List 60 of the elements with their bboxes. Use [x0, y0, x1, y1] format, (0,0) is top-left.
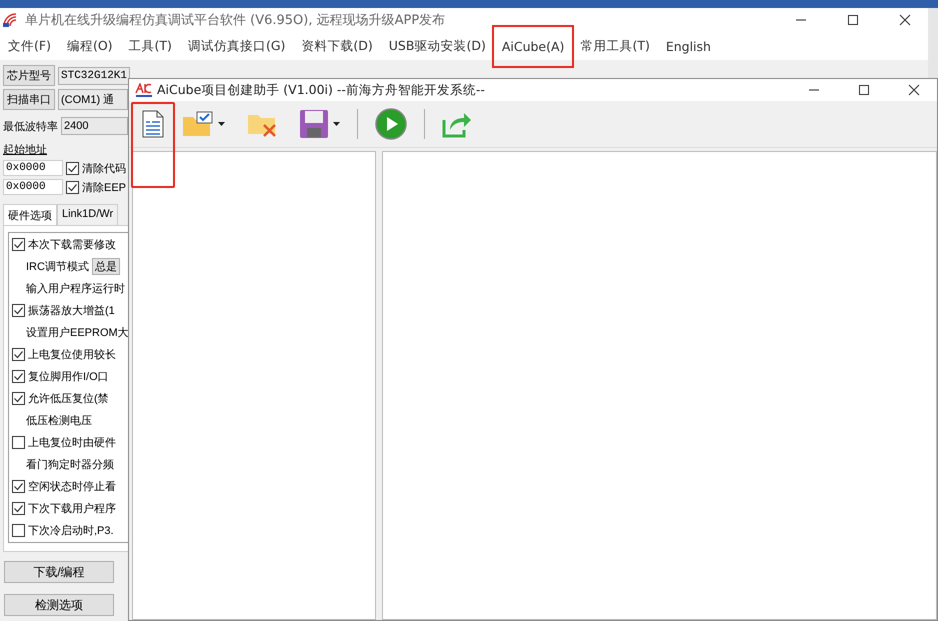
option-label: 允许低压复位(禁: [28, 392, 109, 406]
checkbox-label: 清除EEP: [82, 180, 126, 194]
scan-port-button[interactable]: 扫描串口: [3, 89, 55, 110]
option-label: 设置用户EEPROM大: [26, 326, 129, 340]
menu-item[interactable]: 工具(T): [120, 38, 180, 54]
checkbox[interactable]: [66, 180, 79, 194]
option-label: 输入用户程序运行时: [26, 282, 125, 296]
chip-model-field[interactable]: STC32G12K1: [58, 66, 130, 84]
document-icon[interactable]: [141, 110, 165, 138]
caret-icon[interactable]: [218, 122, 225, 126]
checkbox[interactable]: [12, 238, 25, 251]
checkbox[interactable]: [12, 392, 25, 405]
menu-item[interactable]: AiCube(A): [494, 26, 572, 66]
toolbar-button[interactable]: [131, 102, 175, 188]
menu-item[interactable]: 编程(O): [58, 38, 121, 54]
menu-item[interactable]: 调试仿真接口(G): [180, 38, 294, 54]
start-address-label: 起始地址: [3, 143, 48, 157]
option-label: 复位脚用作I/O口: [28, 370, 109, 384]
aicube-logo-icon: [135, 83, 153, 97]
option-label: 下次冷启动时,P3.: [28, 524, 114, 538]
option-label: IRC调节模式: [26, 260, 89, 274]
option-label: 振荡器放大增益(1: [28, 304, 115, 318]
chip-model-button[interactable]: 芯片型号: [3, 65, 55, 86]
option-label: 看门狗定时器分频: [26, 458, 114, 472]
tab[interactable]: 硬件选项: [3, 204, 57, 226]
caret-icon[interactable]: [333, 122, 340, 126]
option-label: 空闲状态时停止看: [28, 480, 116, 494]
checkbox[interactable]: [12, 304, 25, 317]
folder-check-icon[interactable]: [182, 111, 214, 137]
menu-item[interactable]: 常用工具(T): [572, 38, 658, 54]
menu-item[interactable]: English: [658, 38, 719, 54]
mode-dropdown[interactable]: 总是: [92, 258, 120, 275]
tab[interactable]: Link1D/Wr: [57, 204, 118, 226]
baud-field[interactable]: 2400: [61, 117, 128, 135]
action-button[interactable]: 下载/编程: [4, 561, 114, 583]
checkbox[interactable]: [12, 436, 25, 449]
menu-item[interactable]: 资料下载(D): [293, 38, 381, 54]
menu-item[interactable]: 文件(F): [0, 38, 59, 54]
port-field[interactable]: (COM1) 通: [58, 89, 128, 110]
option-label: 上电复位时由硬件: [28, 436, 116, 450]
option-label: 上电复位使用较长: [28, 348, 116, 362]
checkbox[interactable]: [12, 524, 25, 537]
checkbox[interactable]: [12, 348, 25, 361]
option-label: 本次下载需要修改: [28, 238, 116, 252]
app-logo-icon: [3, 13, 19, 27]
checkbox[interactable]: [12, 370, 25, 383]
menu-item[interactable]: USB驱动安装(D): [380, 38, 494, 54]
baud-label: 最低波特率: [3, 120, 58, 134]
address-field[interactable]: 0x0000: [3, 160, 63, 176]
checkbox[interactable]: [12, 502, 25, 515]
checkbox[interactable]: [66, 162, 79, 174]
address-field[interactable]: 0x0000: [3, 179, 63, 195]
window-title: 单片机在线升级编程仿真调试平台软件 (V6.95O), 远程现场升级APP发布: [25, 12, 446, 29]
checkbox-label: 清除代码: [82, 162, 126, 176]
dialog-title: AiCube项目创建助手 (V1.00i) --前海方舟智能开发系统--: [157, 82, 486, 98]
option-label: 下次下载用户程序: [28, 502, 116, 516]
option-label: 低压检测电压: [26, 414, 92, 428]
checkbox[interactable]: [12, 480, 25, 493]
action-button[interactable]: 检测选项: [4, 594, 114, 616]
save-icon[interactable]: [299, 109, 329, 139]
